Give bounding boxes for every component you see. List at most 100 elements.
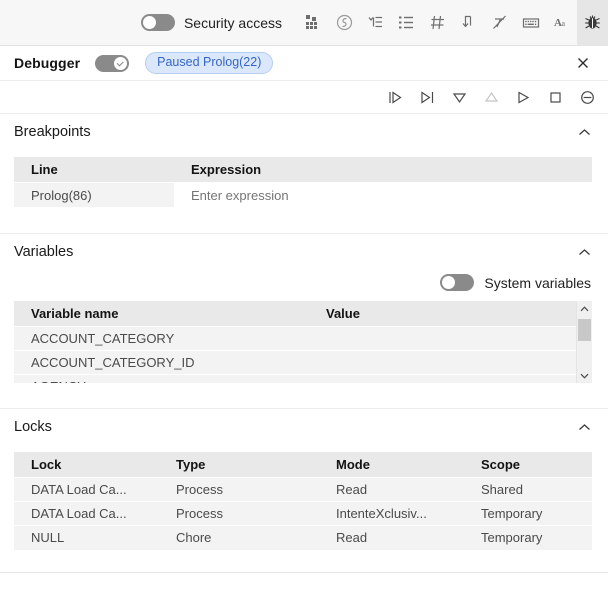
debugger-controls bbox=[0, 81, 608, 114]
table-row[interactable]: ACCOUNT_CATEGORY bbox=[14, 326, 592, 351]
variables-scrollbar[interactable] bbox=[576, 301, 592, 383]
lock-mode-cell: IntenteXclusiv... bbox=[319, 501, 464, 526]
table-row[interactable]: Prolog(86) bbox=[14, 182, 592, 207]
system-variables-control[interactable]: System variables bbox=[0, 270, 608, 301]
scrollbar-track[interactable] bbox=[577, 316, 592, 368]
column-header-lock: Lock bbox=[14, 452, 159, 478]
stop-button[interactable] bbox=[539, 81, 571, 114]
column-header-scope: Scope bbox=[464, 452, 592, 478]
lock-scope-cell: Temporary bbox=[464, 501, 592, 526]
breakpoints-section: Breakpoints Line Expression Prolog(86) bbox=[0, 114, 608, 234]
column-header-type: Type bbox=[159, 452, 319, 478]
debugger-header: Debugger Paused Prolog(22) bbox=[0, 46, 608, 81]
debugger-enable-toggle[interactable] bbox=[95, 54, 130, 72]
breakpoint-expression-cell[interactable] bbox=[174, 182, 592, 207]
system-variables-toggle[interactable] bbox=[440, 274, 475, 291]
variable-value-cell[interactable] bbox=[309, 350, 592, 375]
column-header-mode: Mode bbox=[319, 452, 464, 478]
breakpoint-line-cell: Prolog(86) bbox=[14, 182, 174, 207]
keyboard-icon[interactable] bbox=[515, 0, 546, 46]
column-header-line: Line bbox=[14, 157, 174, 183]
security-access-label: Security access bbox=[183, 14, 282, 31]
locks-header[interactable]: Locks bbox=[0, 409, 608, 445]
breakpoints-header[interactable]: Breakpoints bbox=[0, 114, 608, 150]
column-header-expression: Expression bbox=[174, 157, 592, 183]
variable-value-cell[interactable] bbox=[309, 326, 592, 351]
continue-button[interactable] bbox=[507, 81, 539, 114]
variable-name-cell: ACCOUNT_CATEGORY_ID bbox=[14, 350, 309, 375]
lock-name-cell: NULL bbox=[14, 525, 159, 550]
debugger-bug-icon[interactable] bbox=[577, 0, 608, 46]
scroll-up-icon[interactable] bbox=[577, 301, 592, 316]
security-access-toggle[interactable] bbox=[140, 14, 175, 31]
subset-tree-icon[interactable] bbox=[360, 0, 391, 46]
column-header-value: Value bbox=[309, 301, 592, 327]
variables-header[interactable]: Variables bbox=[0, 234, 608, 270]
toggle-knob bbox=[114, 56, 128, 70]
chevron-up-icon[interactable] bbox=[573, 241, 595, 263]
disable-breakpoints-button[interactable] bbox=[571, 81, 603, 114]
table-header-row: Line Expression bbox=[14, 157, 592, 183]
breakpoints-title: Breakpoints bbox=[14, 124, 91, 140]
close-icon[interactable] bbox=[570, 50, 596, 76]
locks-title: Locks bbox=[14, 419, 52, 435]
security-access-control[interactable]: Security access bbox=[140, 14, 282, 31]
step-into-button[interactable] bbox=[379, 81, 411, 114]
table-header-row: Variable name Value bbox=[14, 301, 592, 327]
table-row[interactable]: ACCOUNT_CATEGORY_ID bbox=[14, 350, 592, 375]
ordered-list-icon[interactable] bbox=[391, 0, 422, 46]
variables-title: Variables bbox=[14, 244, 74, 260]
toolbar-icon-group: A a bbox=[298, 0, 608, 46]
variable-name-cell: ACCOUNT_CATEGORY bbox=[14, 326, 309, 351]
table-row[interactable]: DATA Load Ca... Process IntenteXclusiv..… bbox=[14, 501, 592, 526]
table-row[interactable]: DATA Load Ca... Process Read Shared bbox=[14, 477, 592, 502]
grid-icon[interactable] bbox=[422, 0, 453, 46]
system-variables-label: System variables bbox=[484, 274, 591, 291]
no-format-icon[interactable] bbox=[484, 0, 515, 46]
column-header-variable-name: Variable name bbox=[14, 301, 309, 327]
sandbox-icon[interactable] bbox=[329, 0, 360, 46]
svg-text:a: a bbox=[562, 19, 566, 28]
scrollbar-thumb[interactable] bbox=[578, 319, 591, 341]
debugger-title: Debugger bbox=[14, 55, 81, 71]
step-down-button[interactable] bbox=[443, 81, 475, 114]
breakpoints-table: Line Expression Prolog(86) bbox=[14, 157, 592, 207]
locks-table-wrap: Lock Type Mode Scope DATA Load Ca... Pro… bbox=[0, 445, 608, 550]
step-up-button[interactable] bbox=[475, 81, 507, 114]
status-badge: Paused Prolog(22) bbox=[145, 52, 274, 74]
lock-scope-cell: Temporary bbox=[464, 525, 592, 550]
variables-table-wrap: Variable name Value ACCOUNT_CATEGORY ACC… bbox=[14, 301, 592, 383]
expression-input[interactable] bbox=[174, 183, 592, 207]
locks-section: Locks Lock Type Mode Scope DATA Load Ca.… bbox=[0, 409, 608, 573]
dataset-icon[interactable] bbox=[298, 0, 329, 46]
variable-name-cell: AGENCY bbox=[14, 374, 309, 383]
table-row[interactable]: AGENCY bbox=[14, 374, 592, 383]
breakpoints-spacer bbox=[0, 207, 608, 233]
table-header-row: Lock Type Mode Scope bbox=[14, 452, 592, 478]
insert-below-icon[interactable] bbox=[453, 0, 484, 46]
variables-table: Variable name Value ACCOUNT_CATEGORY ACC… bbox=[14, 301, 592, 383]
lock-mode-cell: Read bbox=[319, 477, 464, 502]
chevron-up-icon[interactable] bbox=[573, 416, 595, 438]
bottom-divider bbox=[0, 571, 608, 573]
variable-value-cell[interactable] bbox=[309, 374, 592, 383]
breakpoints-table-wrap: Line Expression Prolog(86) bbox=[0, 150, 608, 207]
locks-table: Lock Type Mode Scope DATA Load Ca... Pro… bbox=[14, 452, 592, 550]
step-over-button[interactable] bbox=[411, 81, 443, 114]
lock-type-cell: Process bbox=[159, 501, 319, 526]
top-toolbar: Security access A a bbox=[0, 0, 608, 46]
lock-name-cell: DATA Load Ca... bbox=[14, 477, 159, 502]
font-icon[interactable]: A a bbox=[546, 0, 577, 46]
table-row[interactable]: NULL Chore Read Temporary bbox=[14, 525, 592, 550]
lock-type-cell: Chore bbox=[159, 525, 319, 550]
scroll-down-icon[interactable] bbox=[577, 368, 592, 383]
lock-mode-cell: Read bbox=[319, 525, 464, 550]
lock-name-cell: DATA Load Ca... bbox=[14, 501, 159, 526]
variables-scroll-area: Variable name Value ACCOUNT_CATEGORY ACC… bbox=[14, 301, 592, 383]
variables-section: Variables System variables Variable name… bbox=[0, 234, 608, 409]
lock-type-cell: Process bbox=[159, 477, 319, 502]
toggle-knob bbox=[442, 276, 456, 289]
lock-scope-cell: Shared bbox=[464, 477, 592, 502]
chevron-up-icon[interactable] bbox=[573, 121, 595, 143]
variables-spacer bbox=[0, 383, 608, 408]
